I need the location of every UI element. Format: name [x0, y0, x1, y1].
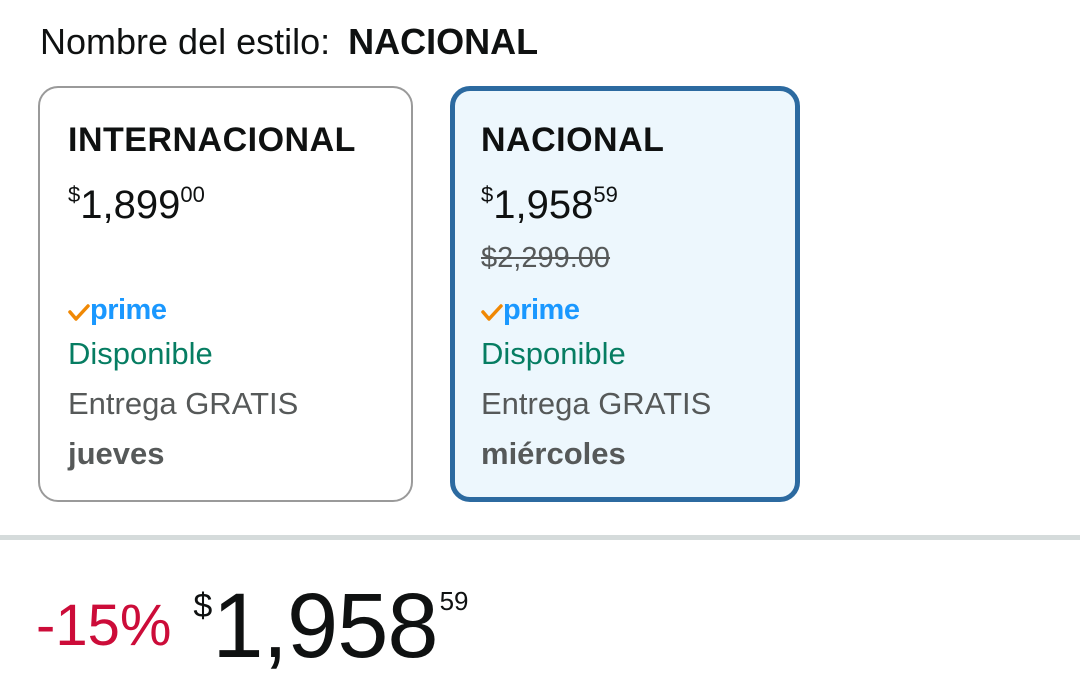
main-price: -15% $1,95859	[36, 576, 468, 676]
availability-text: Disponible	[68, 336, 213, 371]
prime-word: prime	[503, 294, 580, 326]
discount-percentage: -15%	[36, 593, 172, 658]
prime-badge: prime	[68, 290, 167, 330]
price-cents: 59	[593, 182, 618, 207]
list-price-strikethrough: $2,299.00	[481, 242, 611, 274]
option-title: NACIONAL	[481, 121, 665, 159]
availability-text: Disponible	[481, 336, 626, 371]
section-divider	[0, 535, 1080, 540]
price-symbol: $	[68, 182, 81, 207]
price-symbol: $	[481, 182, 494, 207]
delivery-day: jueves	[68, 436, 165, 471]
price-cents: 00	[180, 182, 205, 207]
price-whole: 1,899	[80, 183, 181, 227]
option-price: $1,89900	[68, 180, 205, 239]
prime-badge: prime	[481, 290, 580, 330]
main-price-symbol: $	[193, 587, 213, 625]
main-price-cents: 59	[439, 586, 469, 616]
style-name-value: NACIONAL	[348, 21, 539, 62]
option-title: INTERNACIONAL	[68, 121, 356, 159]
prime-word: prime	[90, 294, 167, 326]
style-name-label: Nombre del estilo:	[40, 21, 331, 62]
style-option-nacional[interactable]: NACIONAL $1,95859 $2,299.00 prime Dispon…	[450, 86, 800, 502]
price-whole: 1,958	[493, 183, 594, 227]
prime-check-icon	[68, 304, 90, 321]
main-price-whole: 1,958	[212, 575, 438, 677]
option-price: $1,95859	[481, 180, 618, 239]
delivery-text: Entrega GRATIS	[68, 386, 299, 421]
prime-check-icon	[481, 304, 503, 321]
style-name-line: Nombre del estilo: NACIONAL	[40, 18, 538, 66]
style-option-internacional[interactable]: INTERNACIONAL $1,89900 prime Disponible …	[38, 86, 413, 502]
delivery-text: Entrega GRATIS	[481, 386, 712, 421]
delivery-day: miércoles	[481, 436, 626, 471]
